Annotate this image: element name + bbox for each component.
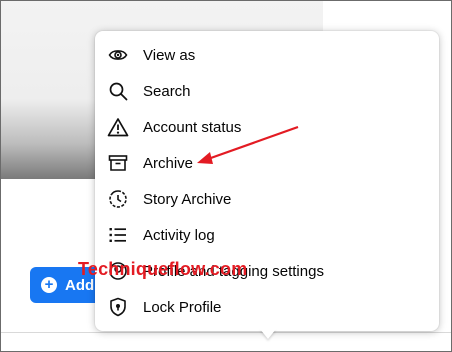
annotation-arrow xyxy=(197,125,299,164)
screenshot-frame: + Add View as Search Account status Arch… xyxy=(0,0,452,352)
